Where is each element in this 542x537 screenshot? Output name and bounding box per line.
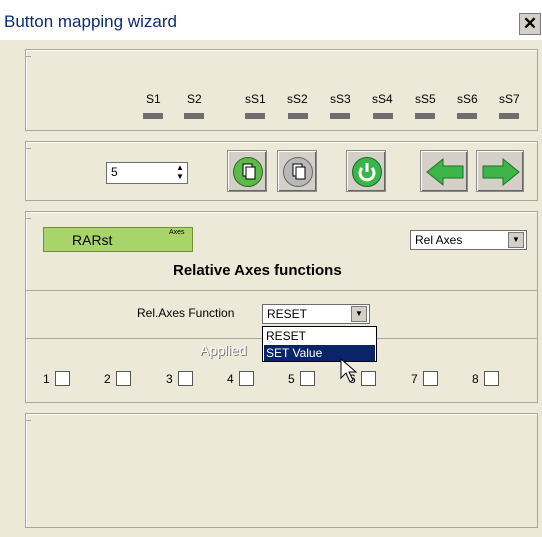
group-tick bbox=[25, 218, 31, 219]
function-label: Rel.Axes Function bbox=[137, 306, 235, 320]
checkbox-label-5: 5 bbox=[288, 372, 295, 386]
dropdown-option-reset[interactable]: RESET bbox=[264, 328, 375, 344]
axis-checkbox-3[interactable] bbox=[178, 371, 193, 386]
slot-label-s1: S1 bbox=[146, 92, 161, 106]
group-tick bbox=[25, 420, 31, 421]
title-bar: Button mapping wizard ✕ bbox=[0, 0, 542, 40]
refresh-button[interactable] bbox=[346, 150, 386, 192]
axis-checkbox-7[interactable] bbox=[423, 371, 438, 386]
checkbox-label-1: 1 bbox=[43, 372, 50, 386]
slot-label-ss3: sS3 bbox=[330, 92, 351, 106]
window-title: Button mapping wizard bbox=[4, 12, 177, 31]
copy-green-icon bbox=[233, 157, 263, 187]
dropdown-option-set-value[interactable]: SET Value bbox=[264, 345, 375, 361]
divider bbox=[26, 290, 537, 291]
refresh-icon bbox=[352, 157, 382, 187]
applied-label: Applied bbox=[200, 342, 247, 358]
slot-label-ss4: sS4 bbox=[372, 92, 393, 106]
checkbox-label-8: 8 bbox=[472, 372, 479, 386]
section-heading: Relative Axes functions bbox=[173, 262, 342, 279]
slot-indicator[interactable] bbox=[245, 113, 265, 119]
mode-select[interactable]: Rel Axes ▼ bbox=[410, 230, 527, 250]
rarst-label: RARst bbox=[72, 232, 113, 248]
function-select[interactable]: RESET ▼ bbox=[262, 304, 370, 324]
details-panel bbox=[25, 413, 538, 528]
checkbox-label-7: 7 bbox=[411, 372, 418, 386]
slot-label-ss2: sS2 bbox=[287, 92, 308, 106]
rarst-button[interactable]: RARst Axes bbox=[43, 227, 193, 252]
slot-indicator[interactable] bbox=[288, 113, 308, 119]
slot-label-ss5: sS5 bbox=[415, 92, 436, 106]
slot-label-ss7: sS7 bbox=[499, 92, 520, 106]
axis-checkbox-6[interactable] bbox=[361, 371, 376, 386]
group-tick bbox=[25, 148, 31, 149]
slot-indicator[interactable] bbox=[373, 113, 393, 119]
slot-indicator[interactable] bbox=[415, 113, 435, 119]
slot-label-ss6: sS6 bbox=[457, 92, 478, 106]
axis-checkbox-2[interactable] bbox=[116, 371, 131, 386]
axis-checkbox-1[interactable] bbox=[55, 371, 70, 386]
mouse-cursor-icon bbox=[340, 358, 358, 383]
chevron-down-icon[interactable]: ▼ bbox=[351, 306, 367, 322]
slot-indicator[interactable] bbox=[457, 113, 477, 119]
paste-gray-icon bbox=[283, 157, 313, 187]
slot-indicator[interactable] bbox=[499, 113, 519, 119]
button-mapping-wizard-window: Button mapping wizard ✕ S1 S2 sS1 sS2 sS… bbox=[0, 0, 542, 537]
axis-checkbox-5[interactable] bbox=[300, 371, 315, 386]
group-tick bbox=[25, 56, 31, 57]
axes-badge: Axes bbox=[169, 229, 185, 236]
function-dropdown-list: RESET SET Value bbox=[262, 326, 377, 362]
mode-select-value: Rel Axes bbox=[415, 233, 463, 247]
arrow-left-icon bbox=[426, 157, 464, 187]
chevron-down-icon[interactable]: ▼ bbox=[508, 232, 524, 248]
slot-indicator[interactable] bbox=[184, 113, 204, 119]
slot-label-ss1: sS1 bbox=[245, 92, 266, 106]
copy-button[interactable] bbox=[227, 150, 267, 192]
spin-up-icon[interactable]: ▲ bbox=[173, 163, 187, 172]
spin-down-icon[interactable]: ▼ bbox=[173, 172, 187, 181]
next-button[interactable] bbox=[476, 150, 524, 192]
checkbox-label-3: 3 bbox=[166, 372, 173, 386]
close-button[interactable]: ✕ bbox=[519, 13, 541, 35]
arrow-right-icon bbox=[482, 157, 520, 187]
checkbox-label-2: 2 bbox=[104, 372, 111, 386]
slot-indicator[interactable] bbox=[143, 113, 163, 119]
number-spinner[interactable]: ▲ ▼ bbox=[173, 163, 187, 183]
slot-label-s2: S2 bbox=[187, 92, 202, 106]
checkbox-label-4: 4 bbox=[227, 372, 234, 386]
axis-checkbox-4[interactable] bbox=[239, 371, 254, 386]
axis-checkbox-8[interactable] bbox=[484, 371, 499, 386]
slot-indicator[interactable] bbox=[330, 113, 350, 119]
back-button[interactable] bbox=[420, 150, 468, 192]
function-select-value: RESET bbox=[267, 307, 308, 321]
paste-button[interactable] bbox=[277, 150, 317, 192]
